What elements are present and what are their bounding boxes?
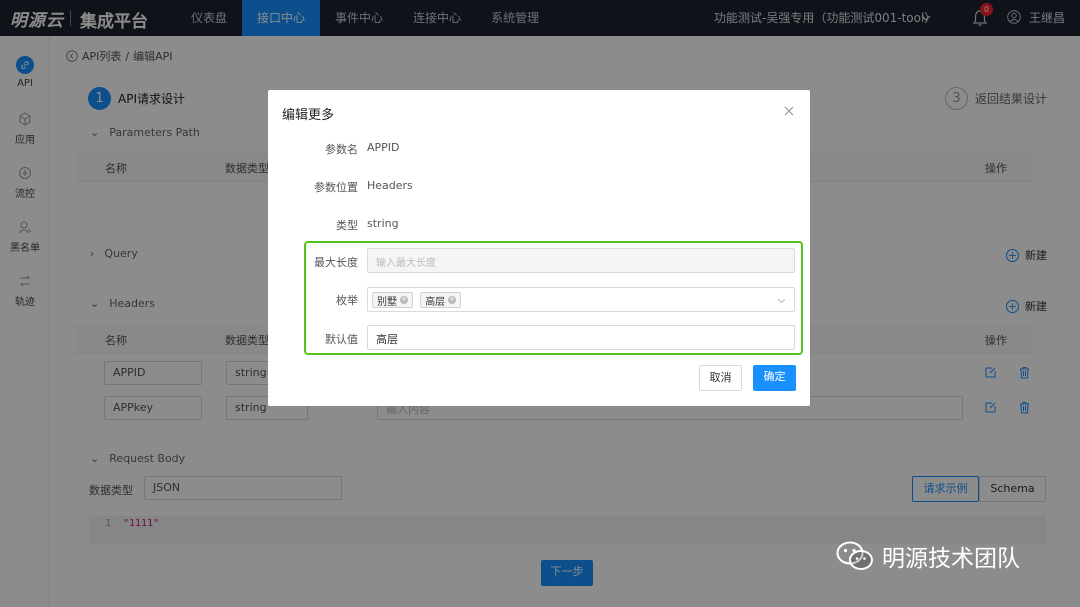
param-name-value: APPID: [367, 141, 400, 154]
watermark-text: 明源技术团队: [882, 546, 1020, 572]
tag-label: 别墅: [377, 296, 397, 308]
max-length-label: 最大长度: [314, 256, 358, 269]
confirm-button[interactable]: 确定: [753, 365, 796, 391]
enum-tag: 高层 ✕: [420, 292, 462, 308]
wechat-icon: [836, 541, 873, 570]
param-type-value: string: [367, 217, 399, 230]
enum-tag: 别墅 ✕: [372, 292, 413, 308]
param-position-value: Headers: [367, 179, 413, 192]
modal-title: 编辑更多: [282, 108, 335, 123]
watermark: 明源技术团队: [836, 539, 1020, 573]
param-position-label: 参数位置: [314, 181, 358, 194]
default-label: 默认值: [325, 333, 358, 346]
remove-tag-icon[interactable]: ✕: [448, 296, 457, 304]
param-type-label: 类型: [336, 219, 358, 232]
cancel-button[interactable]: 取消: [699, 365, 742, 391]
edit-more-modal: 编辑更多 参数名 APPID 参数位置 Headers 类型 string 最大…: [268, 90, 810, 406]
enum-select[interactable]: 别墅 ✕ 高层 ✕: [367, 287, 795, 312]
chevron-down-icon[interactable]: [777, 296, 786, 305]
tag-label: 高层: [425, 296, 446, 308]
enum-label: 枚举: [336, 294, 358, 307]
param-name-label: 参数名: [325, 143, 358, 156]
close-icon[interactable]: [784, 106, 794, 116]
max-length-input[interactable]: 输入最大长度: [367, 248, 795, 273]
remove-tag-icon[interactable]: ✕: [400, 296, 408, 304]
default-value-input[interactable]: 高层: [367, 325, 795, 350]
